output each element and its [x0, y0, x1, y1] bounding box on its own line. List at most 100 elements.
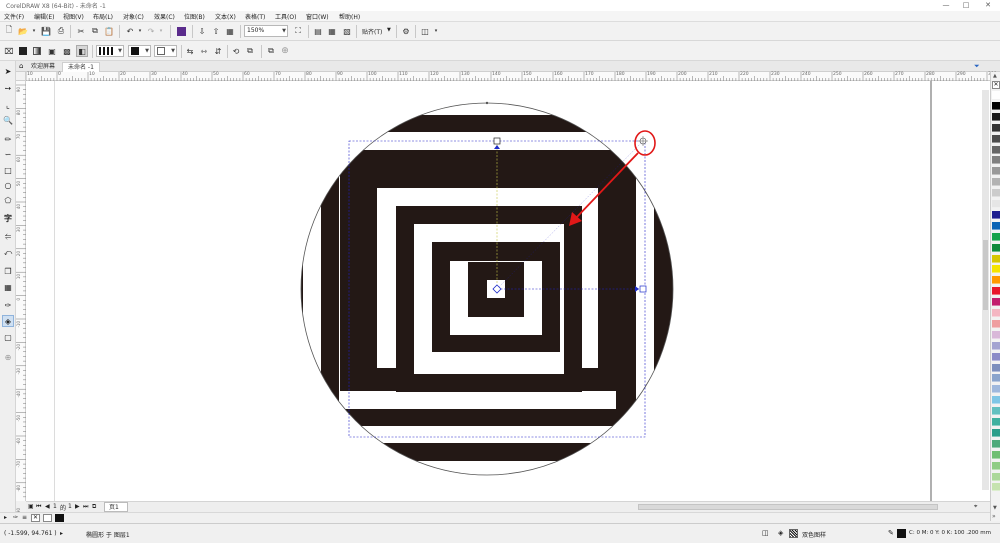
palette-swatch[interactable] [992, 483, 1000, 492]
redo-dropdown-icon[interactable]: ▾ [155, 25, 167, 37]
ruler-origin-corner[interactable] [16, 72, 26, 81]
two-color-pattern-fill-icon[interactable]: ◧ [76, 45, 88, 57]
palette-swatch[interactable] [992, 428, 1000, 437]
artistic-media-icon[interactable]: ∽ [2, 148, 14, 160]
no-color-icon[interactable]: ✕ [992, 81, 1000, 89]
polygon-tool-icon[interactable]: ⬠ [2, 194, 14, 206]
palette-swatch[interactable] [992, 167, 1000, 176]
drop-shadow-icon[interactable]: ❐ [2, 265, 14, 277]
palette-swatch[interactable] [992, 352, 1000, 361]
foreground-color-picker[interactable]: ▼ [128, 45, 151, 57]
vertical-scroll-thumb[interactable] [983, 240, 988, 310]
white-swatch[interactable] [43, 514, 52, 522]
last-page-icon[interactable]: ⏭ [83, 503, 88, 511]
copy-fill-icon[interactable]: ⧉ [244, 45, 256, 57]
tab-welcome[interactable]: 欢迎屏幕 [26, 62, 60, 72]
palette-swatch[interactable] [992, 112, 1000, 121]
pattern-top-handle[interactable] [493, 137, 501, 145]
show-grid-icon[interactable]: ▦ [326, 25, 338, 37]
parallel-dimension-icon[interactable]: ⥢ [2, 231, 14, 243]
horizontal-scrollbar[interactable] [638, 504, 938, 510]
palette-expand-icon[interactable]: » [992, 513, 996, 520]
palette-swatch[interactable] [992, 418, 1000, 426]
paste-icon[interactable]: 📋 [103, 25, 115, 37]
next-page-icon[interactable]: ▶ [75, 503, 80, 510]
palette-swatch[interactable] [992, 276, 1000, 285]
palette-swatch[interactable] [992, 134, 1000, 143]
pick-tool-icon[interactable]: ➤ [2, 65, 14, 77]
tab-untitled-1[interactable]: 未命名 -1 [62, 62, 100, 72]
first-page-icon[interactable]: ⏮ [36, 503, 41, 511]
navigator-icon[interactable]: ⌖ [974, 503, 977, 511]
page-tab-1[interactable]: 页1 [104, 502, 128, 512]
transparency-tool-icon[interactable]: ▦ [2, 281, 14, 293]
palette-swatch[interactable] [992, 309, 1000, 317]
rectangle-tool-icon[interactable]: □ [2, 164, 14, 176]
ellipse-node[interactable] [485, 101, 489, 105]
concentric-square-pattern[interactable] [296, 101, 696, 491]
transform-with-object-icon[interactable]: ⟲ [230, 45, 242, 57]
palette-swatch[interactable] [992, 374, 1000, 383]
pattern-picker[interactable]: ▼ [96, 45, 124, 57]
menu-bitmaps[interactable]: 位图(B) [184, 12, 205, 21]
copy-icon[interactable]: ⧉ [89, 25, 101, 37]
text-tool-icon[interactable]: 字 [2, 212, 14, 224]
edit-fill-icon[interactable]: ⧉ [265, 45, 277, 57]
import-icon[interactable]: ⇩ [196, 25, 208, 37]
palette-swatch[interactable] [992, 396, 1000, 405]
corel-connect-icon[interactable] [175, 25, 187, 37]
outline-pen-icon[interactable]: ✎ [888, 529, 894, 537]
new-document-icon[interactable]: 🗋 [3, 25, 15, 37]
palette-menu-icon[interactable]: ▸ [4, 514, 7, 521]
palette-swatch[interactable] [992, 254, 1000, 263]
palette-swatch[interactable] [992, 439, 1000, 448]
palette-swatch[interactable] [992, 407, 1000, 416]
show-rulers-icon[interactable]: ▤ [312, 25, 324, 37]
add-page-icon[interactable]: ⧉ [92, 503, 96, 511]
palette-swatch[interactable] [992, 450, 1000, 459]
horizontal-ruler[interactable]: 10 0 10 20 30 40 50 60 70 80 90 100 110 120 130 140 150 1… [26, 72, 997, 81]
menu-help[interactable]: 帮助(H) [339, 12, 360, 21]
interactive-fill-icon[interactable]: ◈ [2, 315, 14, 327]
palette-scroll-up-icon[interactable]: ▲ [993, 73, 997, 79]
palette-swatch[interactable] [992, 123, 1000, 132]
zoom-tool-icon[interactable]: 🔍 [2, 114, 14, 126]
menu-tools[interactable]: 工具(O) [275, 12, 296, 21]
no-fill-swatch-icon[interactable]: ✕ [31, 514, 40, 522]
vertical-scrollbar[interactable] [982, 90, 989, 490]
mirror-horizontal-icon[interactable]: ⇿ [198, 45, 210, 57]
drawing-canvas[interactable] [26, 81, 990, 501]
uniform-fill-icon[interactable] [17, 45, 29, 57]
palette-swatch[interactable] [992, 210, 1000, 219]
menu-edit[interactable]: 编辑(E) [34, 12, 54, 21]
publish-pdf-icon[interactable]: ▦ [224, 25, 236, 37]
minimize-button[interactable]: — [938, 0, 954, 11]
palette-swatch[interactable] [992, 341, 1000, 350]
close-button[interactable]: ✕ [980, 0, 996, 11]
swap-colors-icon[interactable]: ⇆ [184, 45, 196, 57]
color-profile-icon[interactable]: ◫ [762, 529, 769, 537]
connector-tool-icon[interactable]: ⤺ [2, 247, 14, 259]
freehand-tool-icon[interactable]: ✏ [2, 133, 14, 145]
menu-text[interactable]: 文本(X) [215, 12, 236, 21]
export-icon[interactable]: ⇧ [210, 25, 222, 37]
palette-swatch[interactable] [992, 319, 1000, 328]
palette-options-icon[interactable]: ≡ [22, 514, 27, 521]
palette-swatch[interactable] [992, 472, 1000, 481]
palette-swatch[interactable] [992, 189, 1000, 198]
palette-swatch[interactable] [992, 156, 1000, 165]
palette-swatch[interactable] [992, 298, 1000, 307]
palette-swatch[interactable] [992, 461, 1000, 470]
cut-icon[interactable]: ✂ [75, 25, 87, 37]
bitmap-pattern-fill-icon[interactable]: ▩ [61, 45, 73, 57]
maximize-button[interactable]: □ [958, 0, 974, 11]
print-icon[interactable]: ⎙ [55, 25, 67, 37]
save-icon[interactable]: 💾 [40, 25, 52, 37]
open-dropdown-icon[interactable]: ▾ [28, 25, 40, 37]
crop-tool-icon[interactable]: ⌞ [2, 99, 14, 111]
palette-swatch[interactable] [992, 265, 1000, 274]
fountain-fill-icon[interactable] [31, 45, 43, 57]
menu-window[interactable]: 窗口(W) [306, 12, 329, 21]
palette-swatch[interactable] [992, 200, 1000, 208]
vector-pattern-fill-icon[interactable]: ▣ [46, 45, 58, 57]
